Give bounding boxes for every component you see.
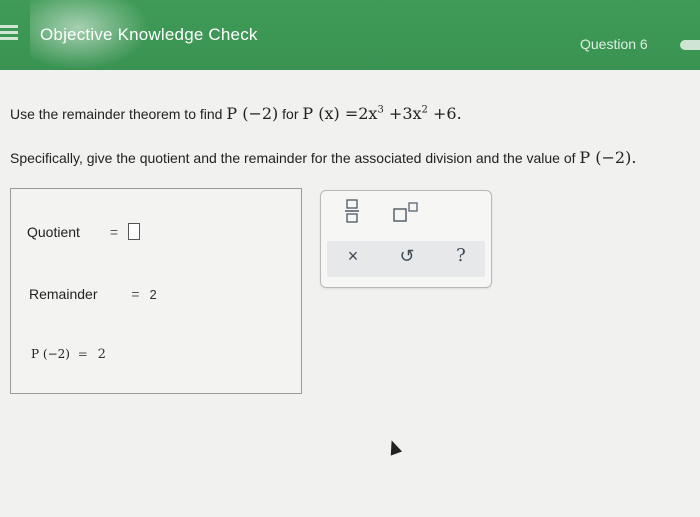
quotient-label: Quotient <box>27 224 80 240</box>
p-value-row: P (−2) = 2 <box>31 347 106 362</box>
exponent-icon[interactable] <box>391 201 421 228</box>
remainder-input[interactable]: 2 <box>149 287 156 302</box>
poly-lhs: P (x) =2x <box>302 104 378 123</box>
poly-term2: +3x <box>383 104 422 123</box>
quotient-input[interactable] <box>127 223 140 240</box>
p-value-label: P (−2) <box>31 347 70 361</box>
clear-button[interactable]: × <box>343 246 363 267</box>
spec-text: Specifically, give the quotient and the … <box>10 150 576 166</box>
polynomial: P (x) =2x3 +3x2 +6. <box>302 104 461 123</box>
remainder-row: Remainder = 2 <box>29 286 157 302</box>
p-value-input[interactable]: 2 <box>98 347 106 362</box>
problem-instructions: Specifically, give the quotient and the … <box>10 148 636 167</box>
progress-pill[interactable] <box>680 40 700 50</box>
top-bar: Objective Knowledge Check Question 6 <box>0 0 700 70</box>
p-value-equals: = <box>77 347 88 361</box>
mouse-cursor <box>385 438 403 456</box>
quotient-equals: = <box>109 224 119 240</box>
problem-for: for <box>282 106 299 122</box>
remainder-equals: = <box>131 286 140 302</box>
math-palette: × ↺ ? <box>320 190 492 288</box>
answer-area: Quotient = Remainder = 2 P (−2) = 2 <box>10 188 302 394</box>
question-number: Question 6 <box>580 36 648 52</box>
spec-p-at: P (−2). <box>579 148 637 167</box>
quotient-row: Quotient = <box>27 223 140 240</box>
fraction-icon[interactable] <box>343 199 361 228</box>
menu-icon[interactable] <box>0 22 18 43</box>
help-button[interactable]: ? <box>451 245 471 266</box>
undo-button[interactable]: ↺ <box>397 246 417 267</box>
problem-statement: Use the remainder theorem to find P (−2)… <box>10 104 462 123</box>
poly-term3: +6. <box>427 104 462 123</box>
page-title: Objective Knowledge Check <box>40 25 258 44</box>
problem-prefix: Use the remainder theorem to find <box>10 106 223 122</box>
problem-p-at: P (−2) <box>226 104 279 123</box>
remainder-label: Remainder <box>29 286 98 302</box>
palette-actions: × ↺ ? <box>327 241 485 277</box>
